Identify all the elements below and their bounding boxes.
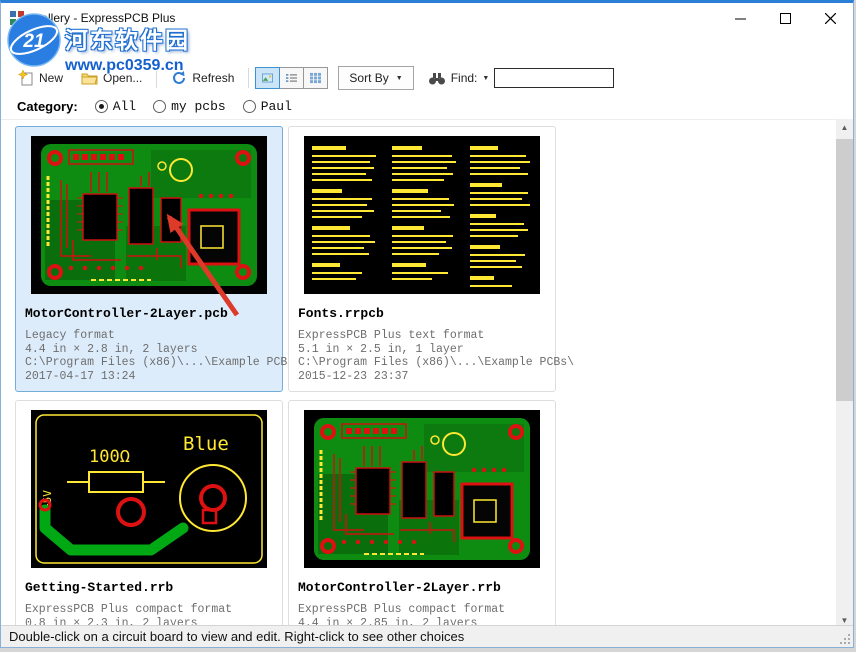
- chevron-down-icon: ▼: [482, 75, 489, 82]
- card-title: Fonts.rrpcb: [298, 306, 555, 321]
- gallery-card-getting-started[interactable]: 100Ω Blue +5V Getting-Started.r: [15, 400, 283, 629]
- binoculars-icon: [428, 72, 446, 85]
- scroll-up-button[interactable]: ▲: [836, 119, 853, 136]
- open-button-label: Open...: [103, 71, 142, 85]
- new-button[interactable]: New: [9, 65, 72, 91]
- maximize-button[interactable]: [763, 3, 808, 33]
- card-size: 5.1 in × 2.5 in, 1 layer: [298, 343, 555, 357]
- blue-label: Blue: [183, 433, 229, 455]
- minimize-button[interactable]: [718, 3, 763, 33]
- card-format: ExpressPCB Plus compact format: [298, 603, 555, 617]
- view-list-button[interactable]: [279, 67, 304, 89]
- card-title: Getting-Started.rrb: [25, 580, 282, 595]
- card-format: ExpressPCB Plus compact format: [25, 603, 282, 617]
- toolbar-separator: [156, 68, 157, 88]
- pcb-thumbnail: [304, 410, 540, 568]
- window-controls: [718, 3, 853, 33]
- new-document-icon: [18, 70, 34, 86]
- radio-icon: [95, 100, 108, 113]
- fonts-thumbnail: [304, 136, 540, 294]
- gallery-panel: MotorController-2Layer.pcb Legacy format…: [1, 119, 838, 629]
- sort-by-label: Sort By: [349, 71, 388, 85]
- card-path: C:\Program Files (x86)\...\Example PCBs\: [298, 356, 555, 370]
- getting-started-thumbnail: 100Ω Blue +5V: [31, 410, 267, 568]
- radio-label: Paul: [261, 99, 292, 114]
- card-details: ExpressPCB Plus text format 5.1 in × 2.5…: [298, 329, 555, 383]
- window-title: Gallery - ExpressPCB Plus: [32, 11, 175, 25]
- ribbon-band: [1, 33, 853, 63]
- gallery-card-motorcontroller-pcb[interactable]: MotorController-2Layer.pcb Legacy format…: [15, 126, 283, 392]
- chevron-down-icon: ▼: [396, 75, 403, 82]
- card-title: MotorController-2Layer.rrb: [298, 580, 555, 595]
- radio-icon: [243, 100, 256, 113]
- find-input[interactable]: [494, 68, 614, 88]
- title-bar[interactable]: Gallery - ExpressPCB Plus: [1, 3, 853, 33]
- new-button-label: New: [39, 71, 63, 85]
- app-icon: [9, 10, 25, 26]
- view-details-button[interactable]: [303, 67, 328, 89]
- refresh-button[interactable]: Refresh: [162, 65, 243, 91]
- radio-label: my pcbs: [171, 99, 226, 114]
- card-format: Legacy format: [25, 329, 282, 343]
- resistor-value-label: 100Ω: [89, 447, 130, 467]
- radio-icon: [153, 100, 166, 113]
- gallery-window: Gallery - ExpressPCB Plus New: [0, 0, 854, 648]
- sort-by-dropdown[interactable]: Sort By ▼: [338, 66, 413, 90]
- scrollbar-thumb[interactable]: [836, 139, 853, 401]
- category-label: Category:: [17, 99, 78, 114]
- toolbar-separator: [248, 68, 249, 88]
- card-title: MotorController-2Layer.pcb: [25, 306, 282, 321]
- pcb-thumbnail: [31, 136, 267, 294]
- refresh-button-label: Refresh: [192, 71, 234, 85]
- maximize-icon: [780, 13, 791, 24]
- refresh-icon: [171, 70, 187, 86]
- card-details: Legacy format 4.4 in × 2.8 in, 2 layers …: [25, 329, 282, 383]
- thumbnail-view-icon: [262, 72, 273, 84]
- details-view-icon: [310, 72, 321, 84]
- status-bar: Double-click on a circuit board to view …: [1, 625, 853, 647]
- radio-label: All: [113, 99, 136, 114]
- card-path: C:\Program Files (x86)\...\Example PCBs\: [25, 356, 282, 370]
- view-mode-group: [256, 67, 328, 89]
- gallery-card-fonts[interactable]: Fonts.rrpcb ExpressPCB Plus text format …: [288, 126, 556, 392]
- card-format: ExpressPCB Plus text format: [298, 329, 555, 343]
- status-text: Double-click on a circuit board to view …: [9, 629, 464, 644]
- open-folder-icon: [81, 71, 98, 85]
- gallery-card-motorcontroller-rrb[interactable]: MotorController-2Layer.rrb ExpressPCB Pl…: [288, 400, 556, 629]
- list-view-icon: [286, 72, 297, 84]
- toolbar: New Open... Refresh: [1, 63, 853, 93]
- card-size: 4.4 in × 2.8 in, 2 layers: [25, 343, 282, 357]
- card-date: 2017-04-17 13:24: [25, 370, 282, 384]
- open-button[interactable]: Open...: [72, 66, 151, 90]
- find-label: Find:: [451, 71, 478, 85]
- category-radio-my-pcbs[interactable]: my pcbs: [153, 99, 226, 114]
- find-group: Find: ▼: [428, 68, 615, 88]
- category-row: Category: All my pcbs Paul: [1, 93, 853, 119]
- close-button[interactable]: [808, 3, 853, 33]
- card-date: 2015-12-23 23:37: [298, 370, 555, 384]
- view-thumbnails-button[interactable]: [255, 67, 280, 89]
- resize-grip[interactable]: [839, 633, 852, 646]
- category-radio-all[interactable]: All: [95, 99, 136, 114]
- category-radio-paul[interactable]: Paul: [243, 99, 292, 114]
- close-icon: [825, 13, 836, 24]
- vertical-scrollbar[interactable]: ▲ ▼: [836, 119, 853, 629]
- minimize-icon: [735, 13, 746, 24]
